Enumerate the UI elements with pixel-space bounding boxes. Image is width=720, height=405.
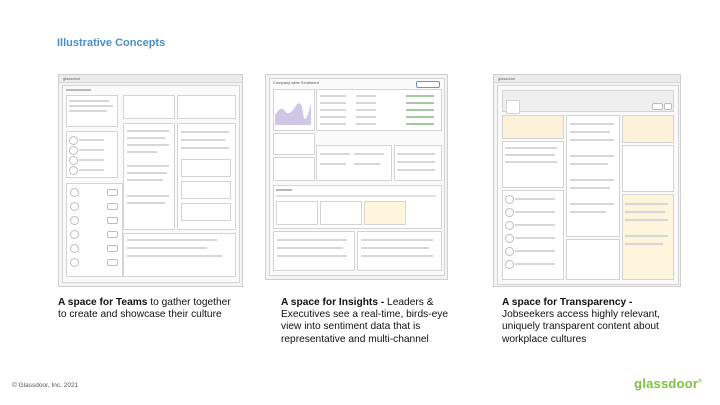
caption-insights-bold: A space for Insights - (281, 297, 385, 308)
caption-insights: A space for Insights - Leaders & Executi… (281, 297, 459, 346)
sentiment-chart-icon (275, 103, 311, 125)
transparency-mockup-logo: glassdoor (498, 76, 516, 81)
registered-mark: ® (698, 378, 702, 385)
teams-mockup-logo: glassdoor (63, 76, 81, 81)
insights-mockup-title: Company-wide Sentiment (273, 80, 319, 85)
caption-transparency-text: Jobseekers access highly relevant, uniqu… (502, 309, 660, 345)
caption-transparency: A space for Transparency - Jobseekers ac… (502, 297, 687, 346)
transparency-mockup-screenshot: glassdoor (493, 74, 681, 287)
teams-mockup-screenshot: glassdoor (58, 74, 243, 287)
caption-transparency-bold: A space for Transparency - (502, 297, 633, 308)
caption-teams: A space for Teams to gather together to … (58, 297, 240, 321)
caption-teams-bold: A space for Teams (58, 297, 148, 308)
page-heading: Illustrative Concepts (57, 37, 166, 49)
copyright-footer: © Glassdoor, Inc. 2021 (12, 382, 79, 389)
insights-mockup-screenshot: Company-wide Sentiment (265, 74, 448, 280)
glassdoor-logo-text: glassdoor (634, 376, 699, 391)
glassdoor-logo: glassdoor® (634, 376, 702, 391)
